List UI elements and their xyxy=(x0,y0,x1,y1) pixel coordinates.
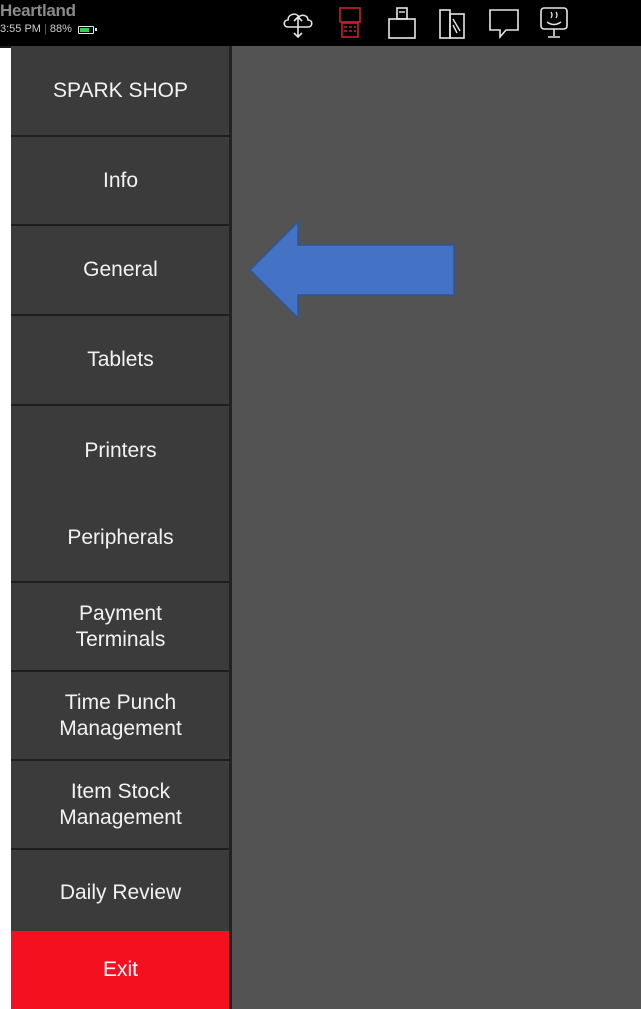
sidebar-item-printers[interactable]: Printers xyxy=(11,406,230,495)
battery-icon xyxy=(77,26,97,34)
sidebar-item-tablets[interactable]: Tablets xyxy=(11,316,230,406)
status-bar: Heartland 3:55 PM | 88% xyxy=(0,0,641,48)
status-separator: | xyxy=(43,23,47,35)
card-reader-icon[interactable] xyxy=(434,5,470,41)
sidebar-item-label: Item Stock Management xyxy=(59,779,182,829)
status-time: 3:55 PM xyxy=(0,23,41,35)
sidebar-item-label: General xyxy=(83,258,158,281)
status-line: 3:55 PM | 88% xyxy=(0,23,97,36)
sidebar-item-payment-terminals[interactable]: Payment Terminals xyxy=(11,583,230,672)
sidebar-item-item-stock-management[interactable]: Item Stock Management xyxy=(11,761,230,850)
sidebar-item-peripherals[interactable]: Peripherals xyxy=(11,495,230,583)
app-screen: Heartland 3:55 PM | 88% SPARK SHOP Info … xyxy=(0,0,641,1009)
exit-button-label: Exit xyxy=(102,958,138,981)
sidebar-item-label: Tablets xyxy=(87,348,154,371)
kitchen-display-icon[interactable] xyxy=(536,5,572,41)
sidebar-item-label: SPARK SHOP xyxy=(53,78,188,102)
sidebar-item-info[interactable]: Info xyxy=(11,137,230,226)
sidebar-item-label: Info xyxy=(102,168,139,192)
sidebar-item-general[interactable]: General xyxy=(11,226,230,316)
exit-button[interactable]: Exit xyxy=(11,931,230,1009)
main-content-area xyxy=(232,46,641,1009)
sidebar-item-spark-shop[interactable]: SPARK SHOP xyxy=(11,46,230,137)
annotation-arrow-icon xyxy=(248,220,458,320)
terminal-alert-icon[interactable] xyxy=(332,5,368,41)
battery-percent: 88% xyxy=(49,23,72,35)
cloud-sync-icon[interactable] xyxy=(280,5,316,41)
settings-sidebar: SPARK SHOP Info General Tablets Printers… xyxy=(11,46,230,1009)
sidebar-item-label: Printers xyxy=(84,438,157,462)
brand-name: Heartland xyxy=(0,1,76,20)
sidebar-item-label: Peripherals xyxy=(67,526,174,549)
sidebar-item-time-punch-management[interactable]: Time Punch Management xyxy=(11,672,230,761)
message-icon[interactable] xyxy=(486,5,522,41)
sidebar-item-label: Daily Review xyxy=(59,881,182,904)
cash-drawer-icon[interactable] xyxy=(384,5,420,41)
sidebar-item-label: Time Punch Management xyxy=(59,690,182,740)
sidebar-item-daily-review[interactable]: Daily Review xyxy=(11,850,230,936)
sidebar-item-label: Payment Terminals xyxy=(75,601,166,651)
